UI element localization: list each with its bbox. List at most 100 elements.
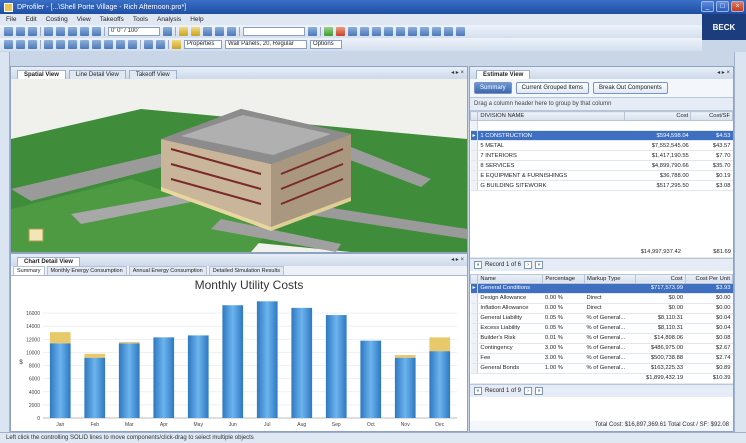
view-icon[interactable] [372,27,381,36]
menu-file[interactable]: File [6,16,16,23]
redo-icon[interactable] [92,27,101,36]
rotate-icon[interactable] [28,40,37,49]
tab-line-detail-view[interactable]: Line Detail View [68,70,126,79]
view-icon[interactable] [396,27,405,36]
table-row[interactable]: 8 SERVICES $4,899,790.66 $35.70 [470,160,733,171]
report-icon[interactable] [227,27,236,36]
column-header-division[interactable]: DIVISION NAME [477,111,626,121]
close-button[interactable]: × [731,1,744,12]
column-header-cost[interactable]: Cost [624,111,692,121]
table-row[interactable]: Contingency 3.00 % % of General... $486,… [470,343,733,354]
menu-help[interactable]: Help [190,16,203,23]
panel-controls[interactable]: ◂ ▸ × [717,69,730,76]
panel-controls[interactable]: ◂ ▸ × [451,256,464,263]
zoom-combo[interactable]: 0' 0" / 100' [108,27,160,36]
view-icon[interactable] [348,27,357,36]
column-header-cost-per-unit[interactable]: Cost Per Unit [684,273,734,284]
menu-edit[interactable]: Edit [25,16,36,23]
subtab-summary[interactable]: Summary [13,266,45,275]
roof-icon[interactable] [68,40,77,49]
cut-icon[interactable] [44,27,53,36]
table-row[interactable]: 7 INTERIORS $1,417,190.55 $7.70 [470,150,733,161]
tab-chart-detail-view[interactable]: Chart Detail View [17,257,80,266]
minimize-button[interactable]: _ [701,1,714,12]
table-row[interactable]: Builder's Risk 0.01 % % of General... $1… [470,333,733,344]
group-by-hint[interactable]: Drag a column header here to group by th… [470,97,733,111]
summary-button[interactable]: Summary [474,82,512,94]
table-row[interactable]: ▸ General Conditions $717,573.99 $3.93 [470,283,733,294]
menu-analysis[interactable]: Analysis [157,16,181,23]
building-3d-viewport[interactable] [11,79,467,252]
component-combo[interactable]: Wall Panels, 20, Regular [225,40,307,49]
last-record-icon[interactable]: » [535,386,544,395]
door-icon[interactable] [92,40,101,49]
layer-icon[interactable] [191,27,200,36]
subtab-annual-energy[interactable]: Annual Energy Consumption [128,266,207,275]
filter-cell[interactable] [690,120,733,131]
column-header-percentage[interactable]: Percentage [542,273,586,284]
table-row[interactable]: Fee 3.00 % % of General... $500,738.88 $… [470,353,733,364]
table-row[interactable]: Excess Liability 0.05 % % of General... … [470,323,733,334]
measure-icon[interactable] [128,40,137,49]
undo-icon[interactable] [80,27,89,36]
left-dock-strip[interactable] [0,52,10,432]
view-icon[interactable] [420,27,429,36]
copy-icon[interactable] [56,27,65,36]
next-record-icon[interactable]: › [524,260,533,269]
table-row[interactable]: E EQUIPMENT & FURNISHINGS $36,788.00 $0.… [470,170,733,181]
properties-combo[interactable]: Properties [184,40,222,49]
select-icon[interactable] [4,40,13,49]
view-icon[interactable] [432,27,441,36]
right-dock-strip[interactable] [734,52,746,432]
folder-icon[interactable] [179,27,188,36]
tab-takeoff-view[interactable]: Takeoff View [128,70,177,79]
maximize-button[interactable]: □ [716,1,729,12]
subtab-monthly-energy[interactable]: Monthly Energy Consumption [46,266,127,275]
next-record-icon[interactable]: › [524,386,533,395]
filter-combo[interactable] [243,27,305,36]
table-row[interactable]: Design Allowance 0.00 % Direct $0.00 $0.… [470,293,733,304]
column-icon[interactable] [104,40,113,49]
table-row[interactable]: G BUILDING SITEWORK $517,295.50 $3.08 [470,180,733,191]
filter-row[interactable] [470,120,733,131]
save-icon[interactable] [28,27,37,36]
open-icon[interactable] [16,27,25,36]
current-grouped-items-button[interactable]: Current Grouped Items [515,82,590,94]
table-row[interactable]: General Bonds 1.00 % % of General... $16… [470,363,733,374]
pan-icon[interactable] [16,40,25,49]
menu-view[interactable]: View [77,16,91,23]
stop-icon[interactable] [336,27,345,36]
preview-icon[interactable] [215,27,224,36]
new-icon[interactable] [4,27,13,36]
options-combo[interactable]: Options [310,40,342,49]
column-header-cost-sf[interactable]: Cost/SF [690,111,733,121]
column-header-markup-type[interactable]: Markup Type [584,273,637,284]
table-row[interactable]: ▸ 1 CONSTRUCTION $594,598.04 $4.53 [470,130,733,141]
view-icon[interactable] [456,27,465,36]
menu-takeoffs[interactable]: Takeoffs [100,16,124,23]
view-icon[interactable] [444,27,453,36]
zoom-icon[interactable] [163,27,172,36]
break-out-components-button[interactable]: Break Out Components [593,82,668,94]
table-row[interactable]: 5 METAL $7,552,545.06 $43.57 [470,140,733,151]
subtab-detailed-results[interactable]: Detailed Simulation Results [208,266,284,275]
menu-tools[interactable]: Tools [133,16,148,23]
table-row[interactable]: General Liability 0.05 % % of General...… [470,313,733,324]
tab-estimate-view[interactable]: Estimate View [476,70,531,79]
table-row[interactable]: Inflation Allowance 0.00 % Direct $0.00 … [470,303,733,314]
tab-spatial-view[interactable]: Spatial View [17,70,66,79]
print-icon[interactable] [203,27,212,36]
paste-icon[interactable] [68,27,77,36]
window-icon[interactable] [80,40,89,49]
column-header-name[interactable]: Name [477,273,544,284]
floor-icon[interactable] [56,40,65,49]
snap-icon[interactable] [156,40,165,49]
first-record-icon[interactable]: « [474,386,482,395]
grid-icon[interactable] [144,40,153,49]
wall-icon[interactable] [44,40,53,49]
filter-cell[interactable] [477,120,625,131]
first-record-icon[interactable]: « [474,260,482,269]
last-record-icon[interactable]: » [535,260,544,269]
run-icon[interactable] [324,27,333,36]
properties-icon[interactable] [172,40,181,49]
